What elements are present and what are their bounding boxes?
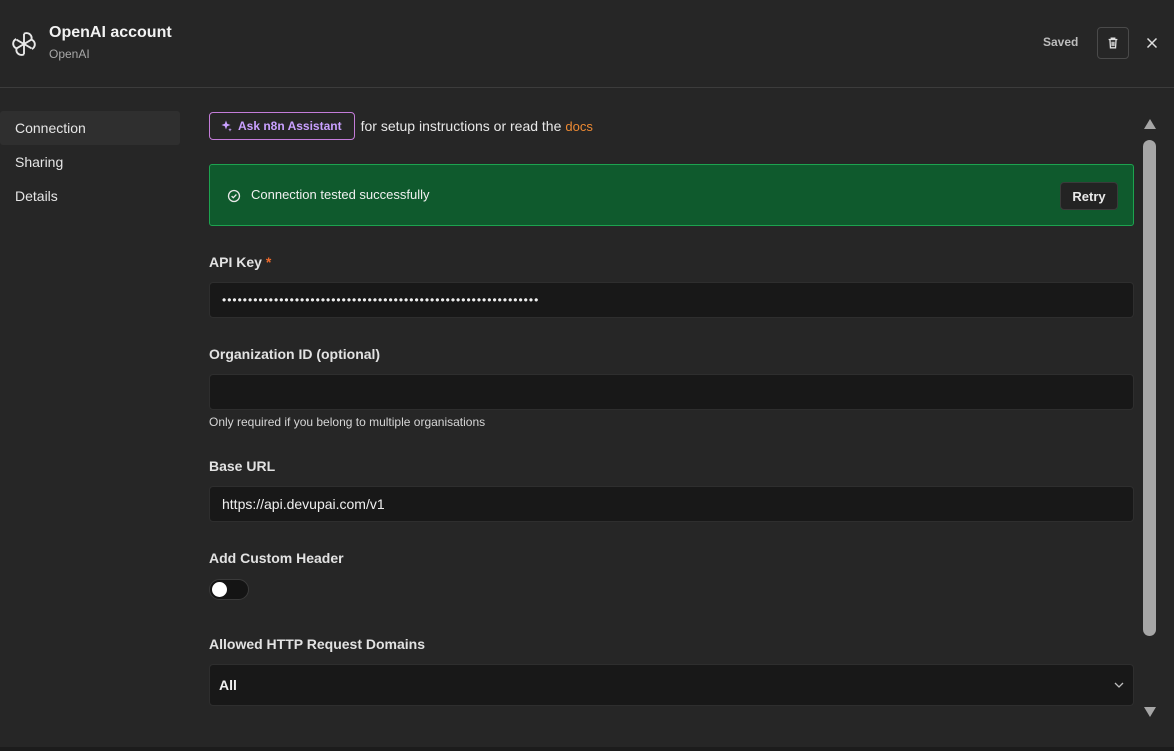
scrollbar[interactable] — [1140, 112, 1160, 724]
page-title: OpenAI account — [49, 24, 172, 41]
api-key-label-text: API Key — [209, 254, 262, 270]
scrollbar-thumb[interactable] — [1143, 140, 1156, 636]
sidebar-item-label: Sharing — [15, 154, 64, 170]
retry-button[interactable]: Retry — [1060, 182, 1118, 210]
credential-modal: OpenAI account OpenAI Saved Connection S… — [0, 0, 1174, 751]
custom-header-label: Add Custom Header — [209, 550, 344, 566]
success-message: Connection tested successfully — [251, 187, 430, 202]
organization-id-hint: Only required if you belong to multiple … — [209, 415, 486, 429]
sidebar-item-label: Details — [15, 188, 58, 204]
saved-status: Saved — [1043, 35, 1079, 49]
base-url-label: Base URL — [209, 458, 276, 474]
base-url-input[interactable]: https://api.devupai.com/v1 — [209, 486, 1134, 522]
api-key-input[interactable]: ••••••••••••••••••••••••••••••••••••••••… — [209, 282, 1134, 318]
custom-header-toggle[interactable] — [209, 579, 249, 600]
chevron-down-icon — [1114, 682, 1124, 688]
openai-logo-icon — [12, 32, 36, 56]
success-alert: Connection tested successfully Retry — [209, 164, 1134, 226]
sidebar-item-sharing[interactable]: Sharing — [0, 145, 180, 179]
organization-id-label: Organization ID (optional) — [209, 346, 381, 362]
bottom-divider — [0, 747, 1174, 751]
check-circle-icon — [227, 189, 241, 203]
page-subtitle: OpenAI — [49, 47, 90, 61]
scroll-down-arrow-icon[interactable] — [1143, 706, 1157, 718]
required-marker: * — [265, 254, 272, 270]
sidebar-item-details[interactable]: Details — [0, 179, 180, 213]
sidebar-item-connection[interactable]: Connection — [0, 111, 180, 145]
toggle-knob — [212, 582, 227, 597]
allowed-domains-select[interactable]: All — [209, 664, 1134, 706]
scroll-up-arrow-icon[interactable] — [1143, 118, 1157, 130]
modal-header: OpenAI account OpenAI Saved — [0, 0, 1174, 88]
delete-button[interactable] — [1097, 27, 1129, 59]
allowed-domains-value: All — [219, 677, 237, 693]
docs-link[interactable]: docs — [565, 119, 592, 134]
ask-assistant-button[interactable]: Ask n8n Assistant — [209, 112, 355, 140]
sidebar-item-label: Connection — [15, 120, 86, 136]
ask-assistant-label: Ask n8n Assistant — [238, 119, 342, 133]
allowed-domains-label: Allowed HTTP Request Domains — [209, 636, 425, 652]
assistant-text: for setup instructions or read the — [360, 118, 562, 134]
organization-id-input[interactable] — [209, 374, 1134, 410]
close-button[interactable] — [1142, 33, 1162, 53]
api-key-label: API Key * — [209, 254, 271, 270]
sparkle-icon — [221, 120, 232, 132]
assistant-row: Ask n8n Assistant for setup instructions… — [209, 112, 593, 140]
close-icon — [1146, 37, 1158, 49]
connection-panel: Ask n8n Assistant for setup instructions… — [209, 88, 1134, 751]
trash-icon — [1108, 37, 1118, 49]
sidebar: Connection Sharing Details — [0, 111, 180, 213]
